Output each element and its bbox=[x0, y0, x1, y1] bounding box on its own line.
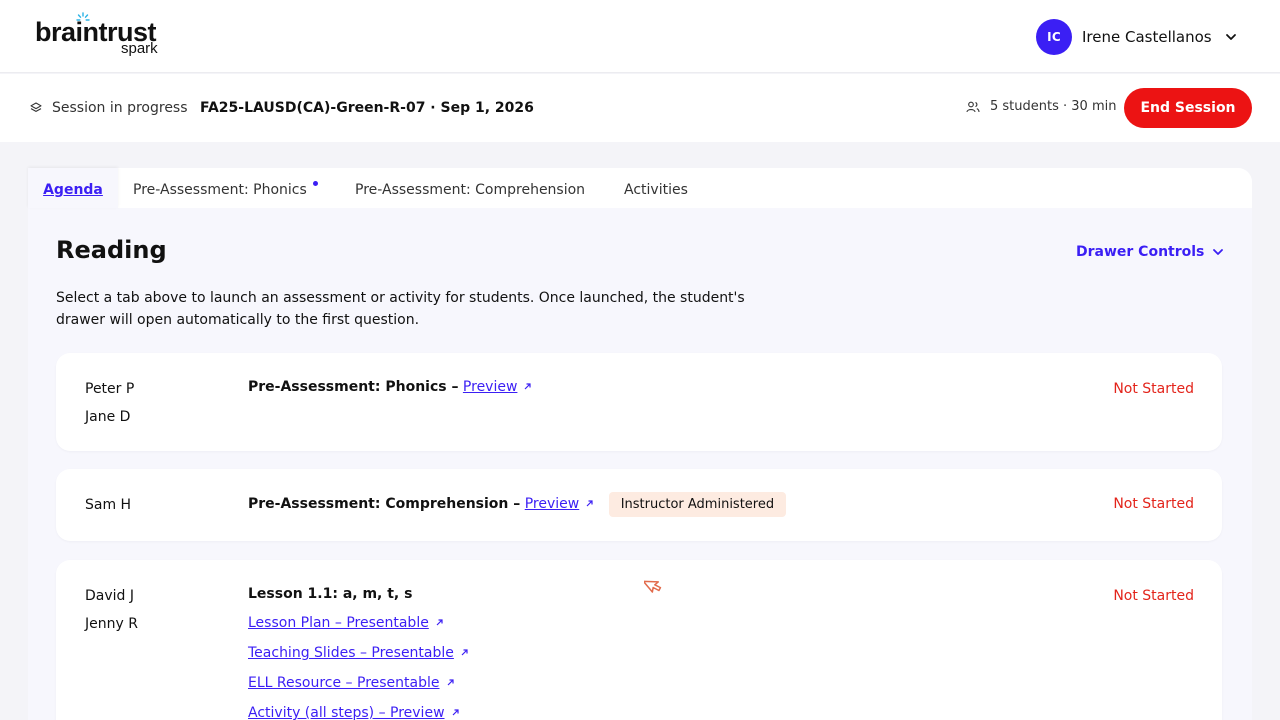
unread-dot-icon bbox=[312, 181, 318, 186]
external-link-icon bbox=[461, 649, 468, 656]
layers-icon bbox=[30, 102, 42, 112]
resource-links: Lesson Plan – Presentable Teaching Slide… bbox=[248, 615, 469, 720]
status-badge: Not Started bbox=[1113, 381, 1194, 397]
session-status: Session in progress bbox=[52, 100, 188, 116]
student-name: Peter P bbox=[85, 381, 135, 397]
student-name: David J bbox=[85, 588, 134, 604]
chevron-down-icon[interactable] bbox=[1224, 30, 1238, 44]
session-meta: 5 students · 30 min bbox=[966, 99, 1116, 114]
external-link-icon bbox=[524, 383, 532, 390]
resource-link-label: Teaching Slides – Presentable bbox=[248, 645, 454, 661]
activity-title: Pre-Assessment: Comprehension – bbox=[248, 496, 521, 512]
preview-link[interactable]: Preview bbox=[463, 379, 518, 395]
activity-title: Pre-Assessment: Phonics – bbox=[248, 379, 459, 395]
lesson-title: Lesson 1.1: a, m, t, s bbox=[248, 586, 413, 602]
activity-info: Lesson 1.1: a, m, t, s Lesson Plan – Pre… bbox=[248, 586, 469, 720]
activity-info: Pre-Assessment: Phonics – Preview bbox=[248, 379, 532, 395]
student-list: David J Jenny R bbox=[85, 582, 138, 638]
session-meta-text: 5 students · 30 min bbox=[990, 99, 1117, 114]
student-name: Sam H bbox=[85, 497, 132, 513]
tab-pre-assessment-phonics[interactable]: Pre-Assessment: Phonics bbox=[133, 168, 318, 208]
agenda-card: Peter P Jane D Pre-Assessment: Phonics –… bbox=[56, 353, 1222, 451]
status-badge: Not Started bbox=[1113, 588, 1194, 604]
agenda-card: David J Jenny R Lesson 1.1: a, m, t, s L… bbox=[56, 560, 1222, 720]
braintrust-logo[interactable]: braintrust spark bbox=[35, 12, 175, 60]
agenda-panel: Agenda Pre-Assessment: Phonics Pre-Asses… bbox=[28, 168, 1252, 720]
page-title: Reading bbox=[56, 236, 167, 264]
external-link-icon bbox=[436, 619, 443, 626]
tab-label: Pre-Assessment: Comprehension bbox=[355, 182, 586, 198]
resource-link-label: Activity (all steps) – Preview bbox=[248, 705, 445, 720]
resource-link-label: Lesson Plan – Presentable bbox=[248, 615, 429, 631]
resource-link-label: ELL Resource – Presentable bbox=[248, 675, 440, 691]
tab-label: Agenda bbox=[43, 182, 103, 198]
lesson-plan-link[interactable]: Lesson Plan – Presentable bbox=[248, 615, 429, 631]
drawer-controls-label: Drawer Controls bbox=[1076, 244, 1205, 260]
tab-agenda[interactable]: Agenda bbox=[28, 168, 118, 208]
preview-link-label: Preview bbox=[462, 379, 518, 395]
session-bar: Session in progress FA25-LAUSD(CA)-Green… bbox=[0, 74, 1280, 142]
students-icon bbox=[966, 101, 980, 112]
external-link-icon bbox=[452, 709, 459, 716]
teaching-slides-link[interactable]: Teaching Slides – Presentable bbox=[248, 645, 454, 661]
external-link-icon bbox=[447, 679, 454, 686]
preview-link[interactable]: Preview bbox=[525, 496, 580, 512]
drawer-controls-button[interactable]: Drawer Controls bbox=[1076, 244, 1224, 260]
end-session-button[interactable]: End Session bbox=[1124, 88, 1252, 128]
user-menu[interactable]: IC Irene Castellanos bbox=[1036, 19, 1238, 55]
preview-link-label: Preview bbox=[524, 496, 580, 512]
chevron-down-icon bbox=[1213, 249, 1224, 255]
avatar: IC bbox=[1036, 19, 1072, 55]
activity-preview-link[interactable]: Activity (all steps) – Preview bbox=[248, 705, 445, 720]
user-name: Irene Castellanos bbox=[1082, 28, 1212, 46]
agenda-card: Sam H Pre-Assessment: Comprehension – Pr… bbox=[56, 469, 1222, 541]
tab-activities[interactable]: Activities bbox=[624, 168, 688, 208]
logo-product: spark bbox=[121, 40, 158, 57]
panel-description: Select a tab above to launch an assessme… bbox=[56, 290, 745, 328]
student-name: Jane D bbox=[85, 409, 131, 425]
tab-label: Pre-Assessment: Phonics bbox=[133, 182, 307, 198]
student-list: Sam H bbox=[85, 491, 131, 519]
status-badge: Not Started bbox=[1113, 496, 1194, 512]
hand-cursor-icon bbox=[644, 580, 662, 593]
activity-info: Pre-Assessment: Comprehension – Preview … bbox=[248, 492, 787, 517]
top-bar: braintrust spark IC Irene Castellanos bbox=[0, 0, 1280, 73]
ell-resource-link[interactable]: ELL Resource – Presentable bbox=[248, 675, 440, 691]
tab-strip: Agenda Pre-Assessment: Phonics Pre-Asses… bbox=[28, 168, 1252, 208]
student-list: Peter P Jane D bbox=[85, 375, 134, 431]
tab-label: Activities bbox=[624, 182, 688, 198]
external-link-icon bbox=[586, 500, 593, 507]
tab-pre-assessment-comprehension[interactable]: Pre-Assessment: Comprehension bbox=[355, 168, 585, 208]
student-name: Jenny R bbox=[85, 616, 138, 632]
session-name: FA25-LAUSD(CA)-Green-R-07 · Sep 1, 2026 bbox=[200, 100, 534, 116]
instructor-administered-badge: Instructor Administered bbox=[608, 492, 787, 517]
